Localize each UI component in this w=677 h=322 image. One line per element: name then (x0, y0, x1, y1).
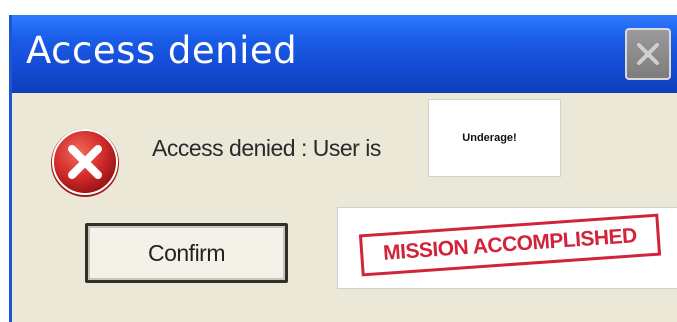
confirm-button-label: Confirm (147, 239, 226, 266)
stamp-text: MISSION ACCOMPLISHED (382, 224, 638, 265)
close-icon (634, 40, 662, 68)
access-denied-dialog: Access denied Access denied: User is Un… (9, 15, 677, 322)
reason-label-box: Underage! (428, 99, 561, 177)
dialog-title: Access denied (26, 29, 298, 72)
error-message: Access denied : User is (152, 135, 381, 161)
title-bar[interactable]: Access denied (12, 15, 677, 93)
error-icon (48, 125, 122, 199)
mission-accomplished-stamp: MISSION ACCOMPLISHED (358, 213, 662, 277)
stamp-image: MISSION ACCOMPLISHED (337, 207, 677, 289)
confirm-button[interactable]: Confirm (85, 223, 288, 283)
reason-text: Underage! (462, 132, 517, 144)
close-button[interactable] (625, 28, 671, 80)
